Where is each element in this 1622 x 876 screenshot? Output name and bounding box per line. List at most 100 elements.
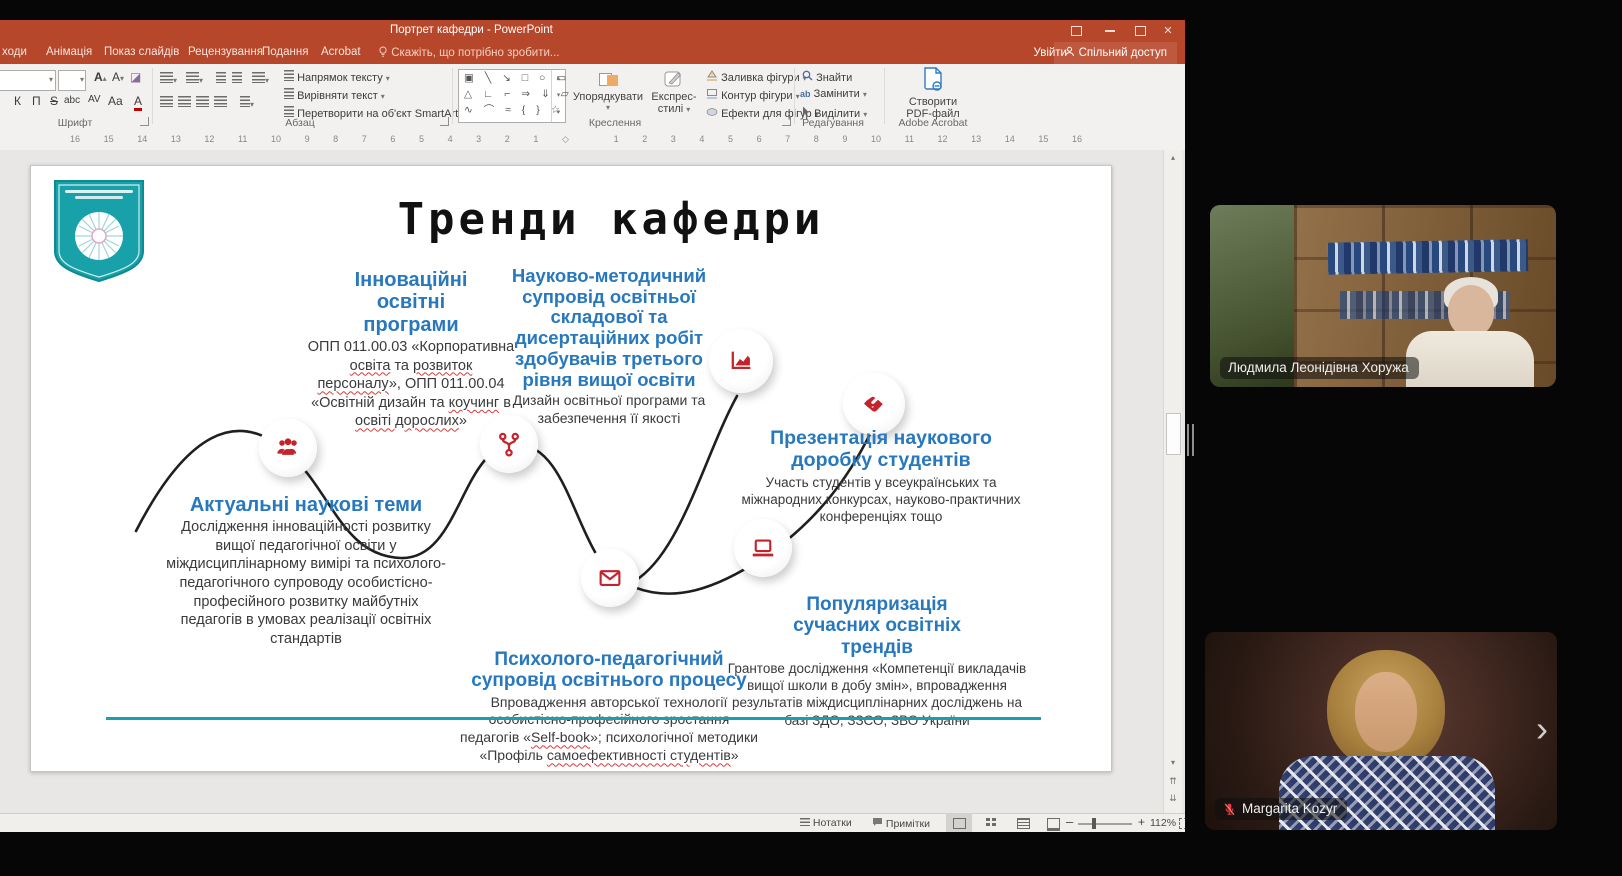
editing-group-label: Редагування (788, 117, 878, 129)
slide-editing-area: Тренди кафедри (0, 150, 1185, 813)
increase-indent-button[interactable] (232, 72, 242, 86)
slide-canvas[interactable]: Тренди кафедри (30, 165, 1112, 772)
find-button[interactable]: Знайти (802, 70, 852, 84)
block-popularization[interactable]: Популяризація сучасних освітніх трендів … (723, 594, 1031, 729)
title-bar[interactable]: Портрет кафедри - PowerPoint ✕ (0, 20, 1185, 42)
caret-down-icon: ▾ (386, 74, 390, 83)
clear-formatting-button[interactable]: ◪ (130, 70, 141, 84)
font-size-combo[interactable]: ▾ (58, 70, 86, 91)
tab-review[interactable]: Рецензування (188, 46, 263, 58)
block-title: Інноваційні освітні програми (306, 269, 516, 336)
tab-view[interactable]: Подання (262, 46, 308, 58)
zoom-slider-thumb[interactable] (1092, 818, 1096, 829)
align-right-button[interactable] (196, 96, 209, 110)
italic-button[interactable]: К (14, 94, 21, 108)
change-case-button[interactable]: Aa (108, 94, 123, 108)
comments-button[interactable]: Примітки (872, 817, 930, 830)
block-actual-topics[interactable]: Актуальні наукові теми Дослідження іннов… (166, 494, 446, 648)
block-title: Науково-методичний супровід освітньої ск… (489, 266, 729, 390)
laptop-icon-circle[interactable] (734, 519, 792, 577)
font-color-button[interactable]: A (134, 94, 142, 111)
scroll-down-arrow[interactable]: ▾ (1164, 758, 1182, 767)
font-dialog-launcher[interactable] (140, 117, 149, 126)
replace-button[interactable]: ab Замінити ▾ (800, 88, 867, 100)
shrink-font-button[interactable]: A▾ (112, 70, 124, 84)
font-name-combo[interactable]: ▾ (0, 70, 56, 91)
character-spacing-button[interactable]: AV (88, 94, 101, 105)
line-spacing-button[interactable]: ▾ (252, 72, 269, 86)
text-shadow-button[interactable]: abc (64, 95, 80, 106)
arrange-button[interactable]: Упорядкувати ▾ (572, 70, 644, 112)
dropdown-caret: ▾ (49, 75, 53, 84)
next-participants-chevron[interactable]: › (1536, 712, 1548, 746)
tab-transitions-cut[interactable]: ходи (2, 46, 27, 58)
strikethrough-button[interactable]: S (50, 94, 58, 108)
scrollbar-thumb[interactable] (1166, 413, 1181, 455)
shapes-gallery-scroll[interactable]: ▴ ▾ ▾ (551, 70, 565, 122)
paragraph-dialog-launcher[interactable] (440, 117, 449, 126)
text-direction-button[interactable]: Напрямок тексту ▾ (284, 70, 390, 84)
fit-to-window-button[interactable] (1172, 814, 1185, 832)
shapes-row-2: △ ∟ ⌐ ⇒ ⇓ ▱ (459, 86, 565, 102)
caret-down-icon: ▾ (381, 92, 385, 101)
share-button[interactable]: Спільний доступ (1054, 42, 1177, 64)
bullets-button[interactable]: ▾ (160, 72, 177, 86)
columns-button[interactable]: ▾ (240, 96, 254, 110)
shape-fill-label: Заливка фігури (721, 72, 800, 84)
align-center-button[interactable] (178, 96, 191, 110)
video-tile-bottom[interactable]: Margarita Kozyr (1205, 632, 1557, 830)
numbering-button[interactable]: ▾ (186, 72, 203, 86)
align-left-button[interactable] (160, 96, 173, 110)
tab-animation[interactable]: Анімація (46, 46, 92, 58)
close-button[interactable]: ✕ (1154, 20, 1182, 42)
tab-acrobat[interactable]: Acrobat (321, 46, 361, 58)
tab-slideshow[interactable]: Показ слайдів (104, 46, 179, 58)
participant-name: Людмила Леонідівна Хоружа (1228, 360, 1409, 375)
block-psych-support[interactable]: Психолого-педагогічний супровід освітньо… (459, 649, 759, 765)
slide-sorter-view-button[interactable] (978, 814, 1004, 832)
shapes-gallery[interactable]: ▣ ╲ ↘ □ ○ ▭ △ ∟ ⌐ ⇒ ⇓ ▱ ∿ ⌒ ≈ { } ☆ ▴ ▾ … (458, 69, 566, 123)
align-right-icon (196, 96, 209, 107)
block-scientific-method[interactable]: Науково-методичний супровід освітньої ск… (489, 266, 729, 428)
vertical-scrollbar[interactable]: ▴ ▾ ⇈ ⇊ (1163, 150, 1182, 813)
slideshow-view-button[interactable] (1040, 814, 1066, 832)
muted-mic-icon (1223, 802, 1236, 816)
zoom-out-button[interactable]: – (1066, 814, 1073, 829)
caret-down-icon: ▾ (265, 76, 269, 85)
block-presentation[interactable]: Презентація наукового доробку студентів … (731, 428, 1031, 525)
notes-button[interactable]: Нотатки (800, 817, 852, 829)
zoom-in-button[interactable]: + (1138, 815, 1145, 829)
normal-view-button[interactable] (946, 814, 972, 832)
panel-resize-handle[interactable] (1187, 424, 1197, 461)
video-tile-top[interactable]: Людмила Леонідівна Хоружа (1210, 205, 1556, 387)
previous-slide-button[interactable]: ⇈ (1164, 776, 1182, 787)
ribbon-options-icon (1071, 26, 1082, 36)
shape-fill-button[interactable]: Заливка фігури ▾ (706, 70, 807, 84)
underline-button[interactable]: П (32, 94, 41, 108)
align-text-button[interactable]: Вирівняти текст ▾ (284, 88, 385, 102)
restore-button[interactable] (1126, 20, 1154, 42)
minimize-button[interactable] (1096, 20, 1124, 42)
next-slide-button[interactable]: ⇊ (1164, 793, 1182, 804)
decrease-indent-button[interactable] (216, 72, 226, 86)
shape-outline-button[interactable]: Контур фігури ▾ (706, 88, 800, 102)
align-text-icon (284, 88, 294, 99)
handshake-icon-circle[interactable] (843, 373, 905, 435)
group-divider (452, 68, 453, 124)
zoom-slider-track[interactable] (1078, 823, 1132, 825)
reading-view-button[interactable] (1010, 814, 1036, 832)
scroll-up-arrow[interactable]: ▴ (1164, 150, 1182, 162)
grow-font-button[interactable]: A▴ (94, 70, 107, 84)
justify-button[interactable] (214, 96, 227, 110)
ribbon-display-options-button[interactable] (1062, 20, 1090, 42)
pdf-file-icon (921, 67, 945, 93)
caret-down-icon: ▾ (250, 100, 254, 109)
tell-me-box[interactable]: Скажіть, що потрібно зробити... (378, 46, 559, 59)
caret-down-icon: ▾ (796, 92, 800, 101)
block-innovative-programs[interactable]: Інноваційні освітні програми ОПП 011.00.… (306, 269, 516, 431)
quick-styles-button[interactable]: Експрес- стилі ▾ (648, 70, 700, 115)
envelope-icon-circle[interactable] (581, 549, 639, 607)
share-label: Спільний доступ (1079, 47, 1167, 59)
create-pdf-button[interactable]: Створити PDF-файл (890, 67, 976, 120)
shape-outline-label: Контур фігури (721, 90, 792, 102)
